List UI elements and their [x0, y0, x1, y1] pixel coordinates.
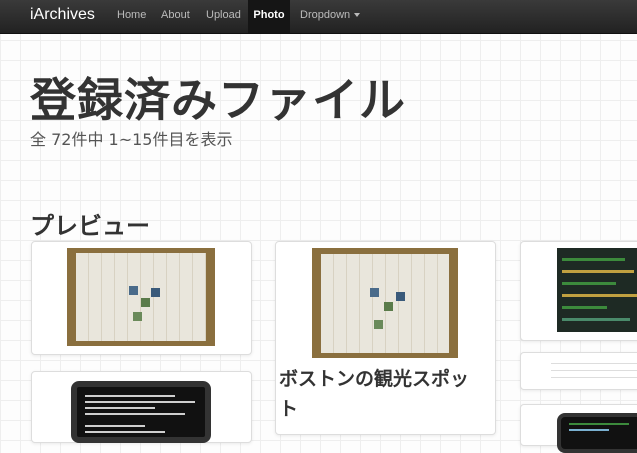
text-line	[85, 413, 185, 415]
top-navbar: iArchives Home About Upload Photo Dropdo…	[0, 0, 637, 34]
card-title[interactable]: ボストンの観光スポット	[279, 364, 479, 424]
caret-down-icon	[354, 13, 361, 18]
photo-mark	[396, 292, 405, 301]
chart-bar	[562, 306, 608, 309]
preview-card[interactable]	[31, 371, 252, 443]
chart-bar	[562, 270, 635, 273]
brand-logo[interactable]: iArchives	[30, 6, 95, 24]
table-row-line	[551, 363, 637, 364]
nav-home[interactable]: Home	[117, 9, 146, 21]
chart-bar	[562, 318, 630, 321]
chart-bar	[562, 258, 626, 261]
page-title: 登録済みファイル	[30, 73, 406, 127]
text-line	[85, 425, 145, 427]
photo-mark	[141, 298, 150, 307]
poster-thumbnail[interactable]	[67, 248, 215, 346]
preview-card[interactable]	[520, 352, 637, 390]
text-line	[85, 395, 175, 397]
poster-thumbnail[interactable]	[312, 248, 458, 358]
photo-mark	[151, 288, 160, 297]
nav-about[interactable]: About	[161, 9, 190, 21]
screenshot-thumbnail[interactable]	[557, 413, 637, 453]
photo-mark	[374, 320, 383, 329]
table-thumbnail[interactable]	[541, 357, 637, 385]
preview-card[interactable]	[31, 241, 252, 355]
table-row-line	[551, 377, 637, 378]
preview-heading: プレビュー	[30, 212, 150, 240]
page-subtitle: 全 72件中 1~15件目を表示	[30, 130, 233, 149]
text-line	[569, 423, 629, 425]
preview-card[interactable]	[520, 404, 637, 453]
chart-bar	[562, 282, 617, 285]
photo-mark	[370, 288, 379, 297]
photo-mark	[133, 312, 142, 321]
screenshot-thumbnail[interactable]	[557, 248, 637, 332]
table-row-line	[551, 370, 637, 371]
text-line	[85, 401, 195, 403]
nav-photo[interactable]: Photo	[248, 0, 290, 33]
nav-dropdown-label: Dropdown	[300, 9, 351, 21]
text-line	[85, 431, 165, 433]
text-line	[85, 407, 155, 409]
nav-dropdown[interactable]: Dropdown	[300, 9, 361, 21]
nav-photo-label: Photo	[253, 9, 285, 21]
terminal-thumbnail[interactable]	[71, 381, 211, 443]
chart-bar	[562, 294, 637, 297]
text-line	[569, 429, 609, 431]
poster-paper	[75, 252, 207, 342]
photo-mark	[384, 302, 393, 311]
photo-mark	[129, 286, 138, 295]
preview-card[interactable]	[520, 241, 637, 341]
nav-upload[interactable]: Upload	[206, 9, 241, 21]
